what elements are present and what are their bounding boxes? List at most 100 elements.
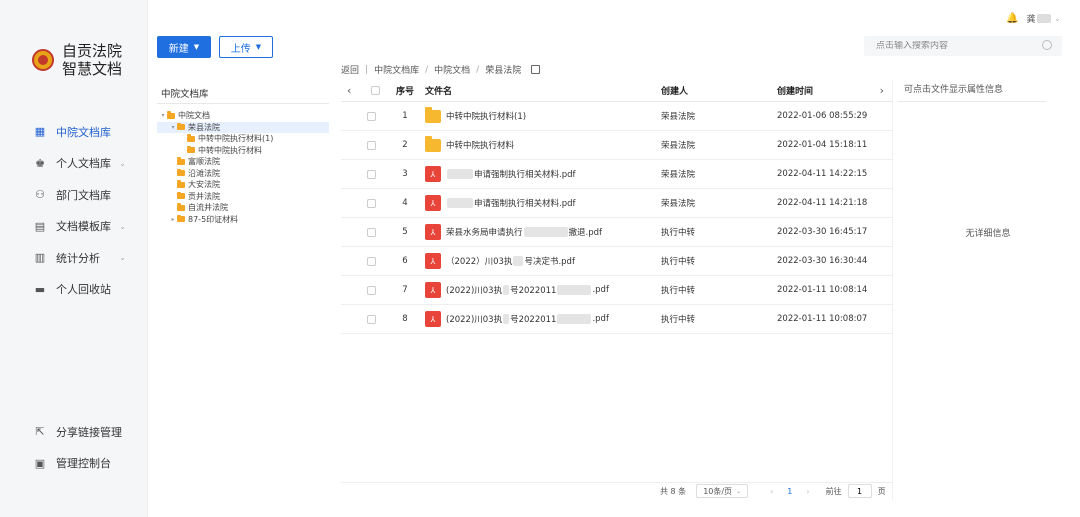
- row-file-name[interactable]: ⅄ 申请强制执行相关材料.pdf: [425, 166, 661, 182]
- chevron-left-icon[interactable]: ‹: [347, 84, 361, 97]
- nav-item-2[interactable]: ⚇ 部门文档库: [0, 179, 148, 211]
- page-size-value: 10条/页: [703, 486, 733, 496]
- user-menu[interactable]: 🔔 龚 ⌄: [1006, 12, 1060, 25]
- page-size-select[interactable]: 10条/页 ⌄: [696, 484, 749, 498]
- table-row[interactable]: 2 中转中院执行材料 荣县法院 2022-01-04 15:18:11: [341, 131, 892, 160]
- row-checkbox[interactable]: [367, 169, 376, 179]
- row-created-time: 2022-03-30 16:30:44: [777, 256, 868, 266]
- table-row[interactable]: 1 中转中院执行材料(1) 荣县法院 2022-01-06 08:55:29: [341, 102, 892, 131]
- row-checkbox[interactable]: [367, 198, 376, 208]
- row-file-name[interactable]: 中转中院执行材料(1): [425, 106, 661, 123]
- row-creator: 执行中转: [661, 315, 696, 325]
- users-icon: ⚇: [35, 188, 45, 202]
- caret-down-icon[interactable]: ▾: [159, 112, 167, 119]
- row-checkbox-cell: [341, 227, 385, 237]
- row-checkbox[interactable]: [367, 285, 376, 295]
- row-file-name[interactable]: 中转中院执行材料: [425, 135, 661, 152]
- caret-down-icon[interactable]: ▾: [169, 124, 177, 131]
- file-name-text: .pdf: [592, 285, 609, 295]
- chart-icon: ▥: [34, 251, 46, 265]
- tree-node[interactable]: ▾ 中院文档: [157, 110, 329, 122]
- breadcrumb-item-documents[interactable]: 中院文档: [434, 63, 470, 76]
- row-file-name[interactable]: ⅄ 荣县水务局申请执行 撤退.pdf: [425, 224, 661, 240]
- pager-current-page[interactable]: 1: [787, 487, 792, 496]
- row-creator: 执行中转: [661, 286, 696, 296]
- tree-node-label: 中转中院执行材料: [198, 145, 262, 155]
- tree-node[interactable]: 贡井法院: [157, 191, 329, 203]
- column-header-name[interactable]: 文件名: [425, 84, 661, 97]
- breadcrumb-separator: /: [425, 64, 429, 75]
- breadcrumb-item-library[interactable]: 中院文档库: [374, 63, 419, 76]
- table-row[interactable]: 7 ⅄ (2022)川03执 号2022011 .pdf 执行中转 2022-01-11 1…: [341, 276, 892, 305]
- row-file-name[interactable]: ⅄ (2022)川03执 号2022011 .pdf: [425, 282, 661, 298]
- table-row[interactable]: 4 ⅄ 申请强制执行相关材料.pdf 荣县法院 2022-04-11 14:21:18: [341, 189, 892, 218]
- caret-right-icon[interactable]: ▸: [169, 216, 177, 223]
- row-file-name[interactable]: ⅄ （2022）川03执 号决定书.pdf: [425, 253, 661, 269]
- details-title: 可点击文件显示属性信息: [898, 80, 1046, 102]
- table-row[interactable]: 8 ⅄ (2022)川03执 号2022011 .pdf 执行中转 2022-01-11 1…: [341, 305, 892, 334]
- app-window: 自贡法院 智慧文档 ▦ 中院文档库 ♚ 个人文档库 ⌄ ⚇ 部门文档库 ▤ 文档模板库 ⌄ ▥ 统计分…: [0, 0, 1080, 517]
- tree-node[interactable]: 沿滩法院: [157, 168, 329, 180]
- tree-node[interactable]: 中转中院执行材料: [157, 145, 329, 157]
- next-page-icon[interactable]: ›: [806, 487, 809, 496]
- tree-node[interactable]: 自流井法院: [157, 202, 329, 214]
- row-created-time: 2022-04-11 14:22:15: [777, 169, 868, 179]
- nav-item-4[interactable]: ▥ 统计分析 ⌄: [0, 242, 148, 274]
- pdf-icon: ⅄: [425, 311, 441, 327]
- row-file-name[interactable]: ⅄ 申请强制执行相关材料.pdf: [425, 195, 661, 211]
- nav-item-3[interactable]: ▤ 文档模板库 ⌄: [0, 211, 148, 243]
- tree-node[interactable]: 大安法院: [157, 179, 329, 191]
- row-checkbox[interactable]: [367, 314, 376, 324]
- nav-item-label: 管理控制台: [56, 457, 111, 471]
- row-checkbox[interactable]: [367, 227, 376, 237]
- header-checkbox-cell: ‹: [341, 84, 385, 97]
- chevron-down-icon: ⌄: [119, 253, 126, 263]
- prev-page-icon[interactable]: ‹: [770, 487, 773, 496]
- user-name: 龚: [1026, 15, 1036, 25]
- nav-item-1[interactable]: ♚ 个人文档库 ⌄: [0, 148, 148, 180]
- column-header-time[interactable]: 创建时间: [777, 84, 877, 97]
- table-row[interactable]: 3 ⅄ 申请强制执行相关材料.pdf 荣县法院 2022-04-11 14:22:15: [341, 160, 892, 189]
- table-row[interactable]: 5 ⅄ 荣县水务局申请执行 撤退.pdf 执行中转 2022-03-30 16:45:17: [341, 218, 892, 247]
- nav-bottom-item-0[interactable]: ⇱ 分享链接管理: [0, 416, 148, 448]
- row-checkbox[interactable]: [367, 140, 376, 150]
- bell-icon[interactable]: 🔔: [1006, 13, 1018, 24]
- row-file-name[interactable]: ⅄ (2022)川03执 号2022011 .pdf: [425, 311, 661, 327]
- sidebar-nav-bottom: ⇱ 分享链接管理 ▣ 管理控制台: [0, 416, 148, 479]
- tree-node[interactable]: ▸ 87-5印证材料: [157, 214, 329, 226]
- table-row[interactable]: 6 ⅄ （2022）川03执 号决定书.pdf 执行中转 2022-03-30 16:30…: [341, 247, 892, 276]
- tree-node[interactable]: 富顺法院: [157, 156, 329, 168]
- nav-item-5[interactable]: ▬ 个人回收站: [0, 274, 148, 306]
- file-name-text: (2022)川03执: [446, 286, 503, 296]
- new-button[interactable]: 新建 ▼: [157, 36, 211, 58]
- file-name-text: (2022)川03执: [446, 315, 503, 325]
- search-input[interactable]: [876, 41, 1036, 51]
- nav-item-label: 个人回收站: [56, 283, 111, 297]
- select-all-checkbox[interactable]: [371, 86, 380, 95]
- redacted-mask: [557, 314, 592, 324]
- tree-node[interactable]: ▾ 荣县法院: [157, 121, 329, 133]
- row-creator: 荣县法院: [661, 170, 696, 180]
- nav-item-0[interactable]: ▦ 中院文档库: [0, 116, 148, 148]
- file-name-text: （2022）川03执: [446, 257, 513, 267]
- search-icon[interactable]: [1042, 40, 1052, 50]
- nav-bottom-item-1[interactable]: ▣ 管理控制台: [0, 448, 148, 480]
- copy-path-icon[interactable]: [531, 65, 541, 74]
- share-icon: ⇱: [35, 425, 45, 439]
- row-checkbox-cell: [341, 198, 385, 208]
- back-link[interactable]: 返回: [341, 63, 359, 76]
- column-header-creator[interactable]: 创建人: [661, 84, 777, 97]
- brand-title: 自贡法院 智慧文档: [62, 42, 122, 78]
- chevron-down-icon: ⌄: [119, 158, 126, 168]
- breadcrumb-separator: |: [365, 64, 369, 75]
- row-checkbox-cell: [341, 111, 385, 121]
- chevron-right-icon[interactable]: ›: [880, 84, 884, 97]
- template-icon: ▤: [34, 219, 46, 233]
- row-checkbox[interactable]: [367, 256, 376, 266]
- row-created-time: 2022-01-06 08:55:29: [777, 111, 868, 121]
- upload-button[interactable]: 上传 ▼: [219, 36, 273, 58]
- breadcrumb-item-current: 荣县法院: [485, 66, 522, 76]
- row-checkbox[interactable]: [367, 111, 376, 121]
- tree-node[interactable]: 中转中院执行材料(1): [157, 133, 329, 145]
- pager-goto-input[interactable]: [847, 484, 872, 498]
